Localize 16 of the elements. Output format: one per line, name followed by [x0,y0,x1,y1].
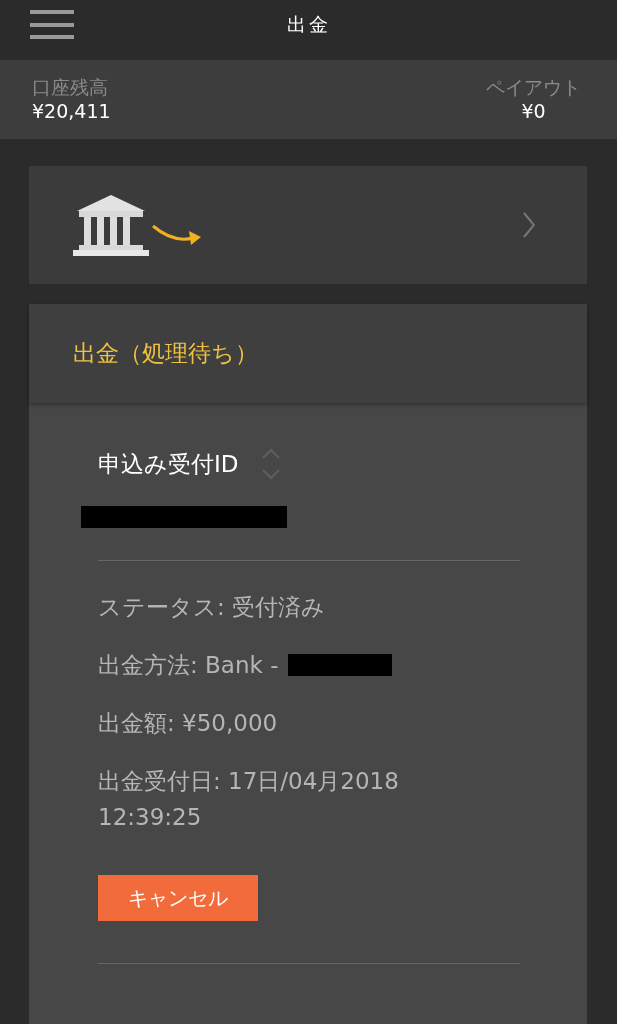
detail-text: 出金受付日: 17日/04月2018 12:39:25 [98,767,399,832]
cancel-button[interactable]: キャンセル [98,875,258,921]
detail-text: 出金方法: Bank - [98,651,279,680]
payout-value: ¥0 [521,99,546,124]
pending-title: 出金（処理待ち） [73,339,258,368]
detail-text: ステータス: 受付済み [98,593,326,622]
balance-value: ¥20,411 [32,99,111,124]
balance-label: 口座残高 [32,75,108,100]
detail-text: 出金額: ¥50,000 [98,709,278,738]
page-title: 出金 [286,12,331,37]
bank-transfer-icon [73,193,203,257]
bank-transfer-card[interactable] [29,166,587,284]
chevron-right-icon [523,212,535,238]
menu-button[interactable] [30,10,74,39]
id-label: 申込み受付ID [98,449,239,479]
payout-label: ペイアウト [486,75,581,100]
